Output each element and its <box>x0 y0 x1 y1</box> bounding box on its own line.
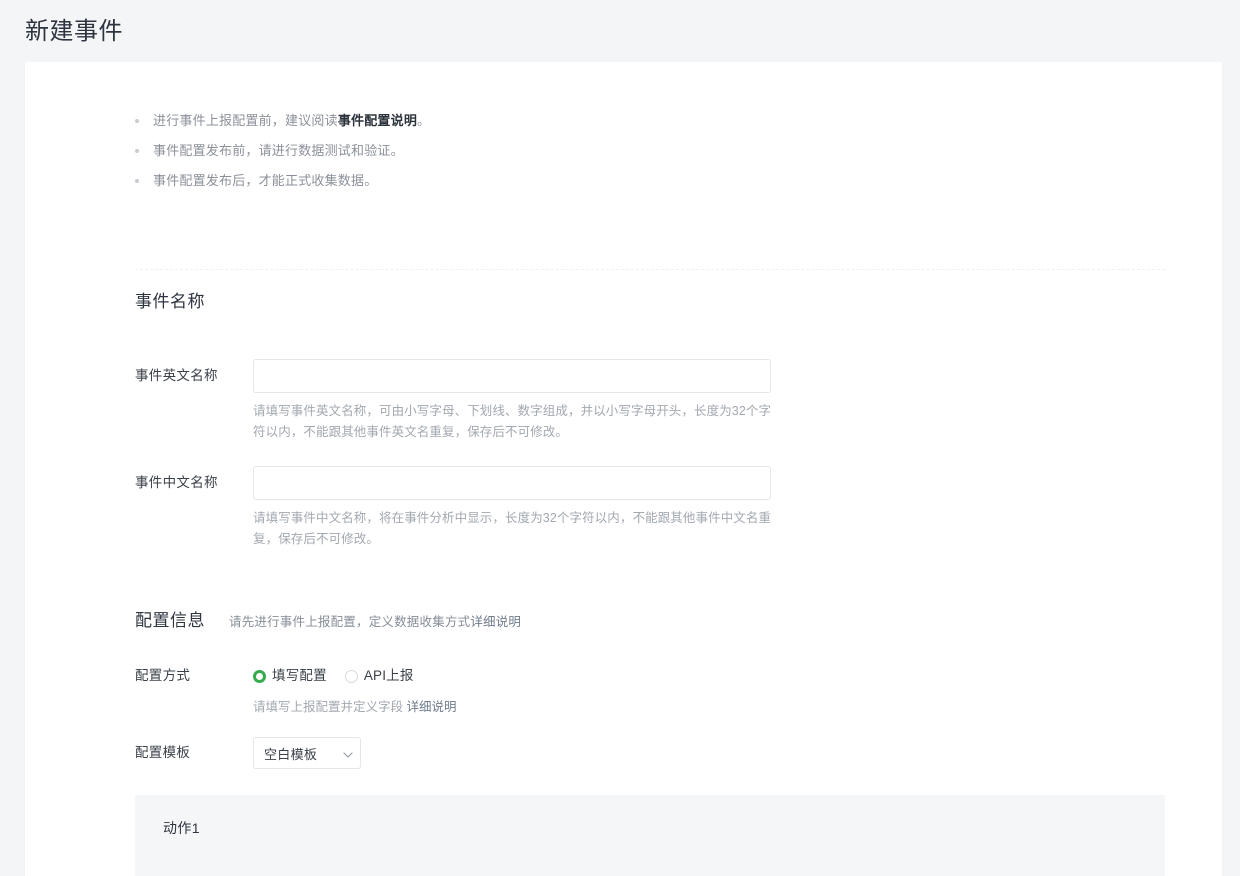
config-mode-detail-link[interactable]: 详细说明 <box>407 700 457 714</box>
event-english-name-row: 事件英文名称 请填写事件英文名称，可由小写字母、下划线、数字组成，并以小写字母开… <box>135 359 773 443</box>
config-mode-radio-group: 填写配置 API上报 <box>253 666 457 686</box>
event-chinese-name-label: 事件中文名称 <box>135 475 218 490</box>
event-chinese-name-input[interactable] <box>253 466 771 500</box>
main-card: 进行事件上报配置前，建议阅读事件配置说明。 事件配置发布前，请进行数据测试和验证… <box>25 62 1222 876</box>
config-template-select[interactable]: 空白模板 <box>253 737 361 769</box>
event-chinese-name-help: 请填写事件中文名称，将在事件分析中显示，长度为32个字符以内，不能跟其他事件中文… <box>253 511 772 546</box>
notice-item: 事件配置发布后，才能正式收集数据。 <box>25 166 1222 196</box>
config-subtitle-text: 请先进行事件上报配置，定义数据收集方式 <box>229 615 471 629</box>
config-mode-help: 请填写上报配置并定义字段 详细说明 <box>253 696 457 715</box>
event-name-section-head: 事件名称 <box>135 287 205 312</box>
config-template-control: 空白模板 <box>253 737 361 769</box>
config-mode-control: 填写配置 API上报 请填写上报配置并定义字段 详细说明 <box>253 666 457 715</box>
action-panel-title: 动作1 <box>163 820 200 836</box>
notice-item: 进行事件上报配置前，建议阅读事件配置说明。 <box>25 106 1222 136</box>
config-mode-label: 配置方式 <box>135 668 191 683</box>
config-mode-option-api-label: API上报 <box>363 668 414 683</box>
config-section-subtitle: 请先进行事件上报配置，定义数据收集方式详细说明 <box>229 611 521 630</box>
page-header: 新建事件 <box>0 0 1240 62</box>
event-chinese-name-control: 请填写事件中文名称，将在事件分析中显示，长度为32个字符以内，不能跟其他事件中文… <box>253 466 773 550</box>
action-panel: 动作1 trigger click enterPage leavePage <box>135 795 1165 876</box>
bullet-icon <box>135 149 139 153</box>
chevron-down-icon <box>343 750 353 758</box>
page-title: 新建事件 <box>25 18 123 45</box>
notice-text: 进行事件上报配置前，建议阅读 <box>153 113 338 128</box>
notice-list: 进行事件上报配置前，建议阅读事件配置说明。 事件配置发布前，请进行数据测试和验证… <box>25 62 1222 196</box>
config-mode-help-text: 请填写上报配置并定义字段 <box>253 700 404 714</box>
event-config-guide-link[interactable]: 事件配置说明 <box>338 113 417 128</box>
config-mode-row: 配置方式 填写配置 API上报 请填写上报配置并定义字段 详细说明 <box>135 666 457 715</box>
config-template-selected-value: 空白模板 <box>264 746 318 762</box>
notice-text: 事件配置发布前，请进行数据测试和验证。 <box>153 143 404 158</box>
notice-text-suffix: 。 <box>417 113 431 128</box>
config-mode-option-manual[interactable]: 填写配置 <box>253 666 327 686</box>
event-name-section: 事件名称 <box>25 287 205 312</box>
event-english-name-label: 事件英文名称 <box>135 368 218 383</box>
event-english-name-control: 请填写事件英文名称，可由小写字母、下划线、数字组成，并以小写字母开头，长度为32… <box>253 359 773 443</box>
config-mode-option-api[interactable]: API上报 <box>344 666 414 686</box>
event-name-section-title: 事件名称 <box>135 292 205 311</box>
bullet-icon <box>135 119 139 123</box>
config-template-label: 配置模板 <box>135 745 191 760</box>
config-section: 配置信息 请先进行事件上报配置，定义数据收集方式详细说明 <box>25 606 521 631</box>
radio-dot-icon <box>344 669 358 683</box>
config-mode-option-manual-label: 填写配置 <box>272 668 327 683</box>
config-template-row: 配置模板 空白模板 <box>135 737 361 769</box>
config-section-title: 配置信息 <box>135 611 205 630</box>
radio-dot-icon <box>253 669 266 683</box>
event-chinese-name-row: 事件中文名称 请填写事件中文名称，将在事件分析中显示，长度为32个字符以内，不能… <box>135 466 773 550</box>
config-detail-link[interactable]: 详细说明 <box>470 615 521 629</box>
bullet-icon <box>135 179 139 183</box>
section-divider <box>135 269 1165 270</box>
event-english-name-input[interactable] <box>253 359 771 393</box>
event-english-name-help: 请填写事件英文名称，可由小写字母、下划线、数字组成，并以小写字母开头，长度为32… <box>253 404 772 439</box>
notice-item: 事件配置发布前，请进行数据测试和验证。 <box>25 136 1222 166</box>
notice-text: 事件配置发布后，才能正式收集数据。 <box>153 173 378 188</box>
config-section-head: 配置信息 请先进行事件上报配置，定义数据收集方式详细说明 <box>135 606 521 631</box>
